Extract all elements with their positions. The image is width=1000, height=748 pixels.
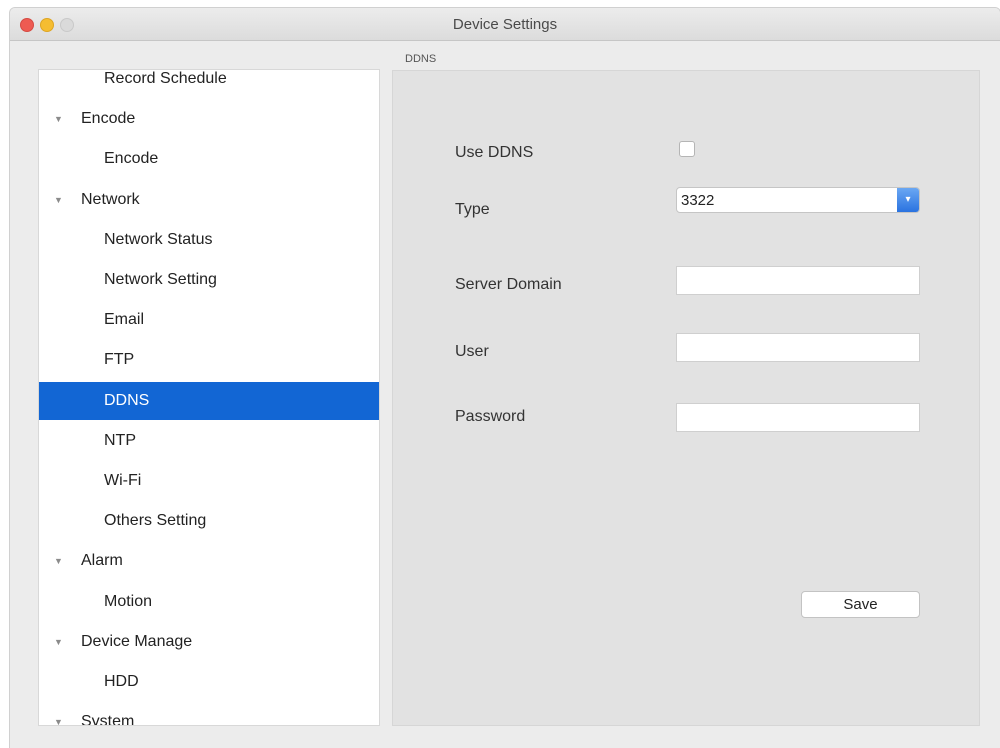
user-label: User: [455, 343, 489, 360]
sidebar-group-encode[interactable]: ▼ Encode: [39, 100, 379, 138]
sidebar-item-network-setting[interactable]: Network Setting: [39, 261, 379, 299]
use-ddns-label: Use DDNS: [455, 144, 534, 161]
sidebar-item-network-status[interactable]: Network Status: [39, 221, 379, 259]
section-label: DDNS: [405, 53, 437, 65]
sidebar-item-label: NTP: [104, 431, 136, 449]
sidebar-item-label: Email: [104, 311, 145, 329]
chevron-updown-icon: ▾: [897, 188, 919, 212]
disclosure-triangle-down-icon[interactable]: ▼: [54, 181, 63, 219]
save-button[interactable]: Save: [801, 591, 920, 618]
sidebar-item-label: Network Setting: [104, 271, 217, 288]
settings-tree-sidebar[interactable]: Record Schedule ▼ Encode Encode ▼ Network Netw…: [38, 69, 380, 726]
disclosure-triangle-down-icon[interactable]: ▼: [54, 542, 63, 580]
sidebar-item-ddns[interactable]: DDNS: [39, 381, 379, 420]
sidebar-item-record-schedule[interactable]: Record Schedule: [39, 70, 379, 98]
server-domain-input[interactable]: [676, 266, 920, 295]
title-bar: Device Settings: [10, 8, 1000, 41]
sidebar-item-others-setting[interactable]: Others Setting: [39, 502, 379, 540]
sidebar-item-label: Encode: [81, 110, 136, 128]
sidebar-item-label: System: [81, 713, 135, 726]
sidebar-item-wi-fi[interactable]: Wi-Fi: [39, 462, 379, 500]
password-label: Password: [455, 408, 526, 425]
type-select[interactable]: 3322 ▾: [676, 187, 920, 213]
sidebar-item-email[interactable]: Email: [39, 301, 379, 339]
sidebar-item-label: Others Setting: [104, 512, 207, 530]
use-ddns-checkbox[interactable]: [679, 141, 695, 157]
sidebar-item-label: Network: [81, 190, 140, 208]
sidebar-item-ntp[interactable]: NTP: [39, 422, 379, 460]
disclosure-triangle-down-icon[interactable]: ▼: [54, 623, 63, 661]
sidebar-group-alarm[interactable]: ▼ Alarm: [39, 542, 379, 580]
password-input[interactable]: [676, 403, 920, 432]
sidebar-item-label: Device Manage: [81, 632, 193, 650]
sidebar-item-label: DDNS: [104, 391, 150, 409]
ddns-settings-panel: Use DDNS Type 3322 ▾ Server Domain User …: [392, 70, 980, 726]
sidebar-group-network[interactable]: ▼ Network: [39, 181, 379, 219]
sidebar-group-device-manage[interactable]: ▼ Device Manage: [39, 623, 379, 661]
sidebar-item-encode[interactable]: Encode: [39, 140, 379, 178]
sidebar-item-motion[interactable]: Motion: [39, 583, 379, 621]
sidebar-item-label: Network Status: [104, 230, 213, 248]
sidebar-item-ftp[interactable]: FTP: [39, 341, 379, 379]
user-input[interactable]: [676, 333, 920, 362]
disclosure-triangle-down-icon[interactable]: ▼: [54, 703, 63, 725]
sidebar-item-label: Wi-Fi: [104, 472, 142, 489]
sidebar-group-system[interactable]: ▼ System: [39, 703, 379, 726]
sidebar-item-label: Record Schedule: [104, 70, 227, 87]
sidebar-item-label: FTP: [104, 351, 135, 369]
disclosure-triangle-down-icon[interactable]: ▼: [54, 100, 63, 138]
sidebar-item-label: Motion: [104, 592, 153, 610]
type-select-value: 3322: [681, 192, 715, 209]
window-title: Device Settings: [452, 16, 558, 33]
device-settings-window: Device Settings DDNS Record Schedule ▼ Enc…: [10, 8, 1000, 748]
sidebar-item-label: HDD: [104, 673, 139, 690]
sidebar-item-label: Encode: [104, 150, 159, 168]
type-label: Type: [455, 201, 490, 218]
sidebar-item-label: Alarm: [81, 552, 123, 570]
sidebar-item-hdd[interactable]: HDD: [39, 663, 379, 701]
server-domain-label: Server Domain: [455, 276, 562, 293]
